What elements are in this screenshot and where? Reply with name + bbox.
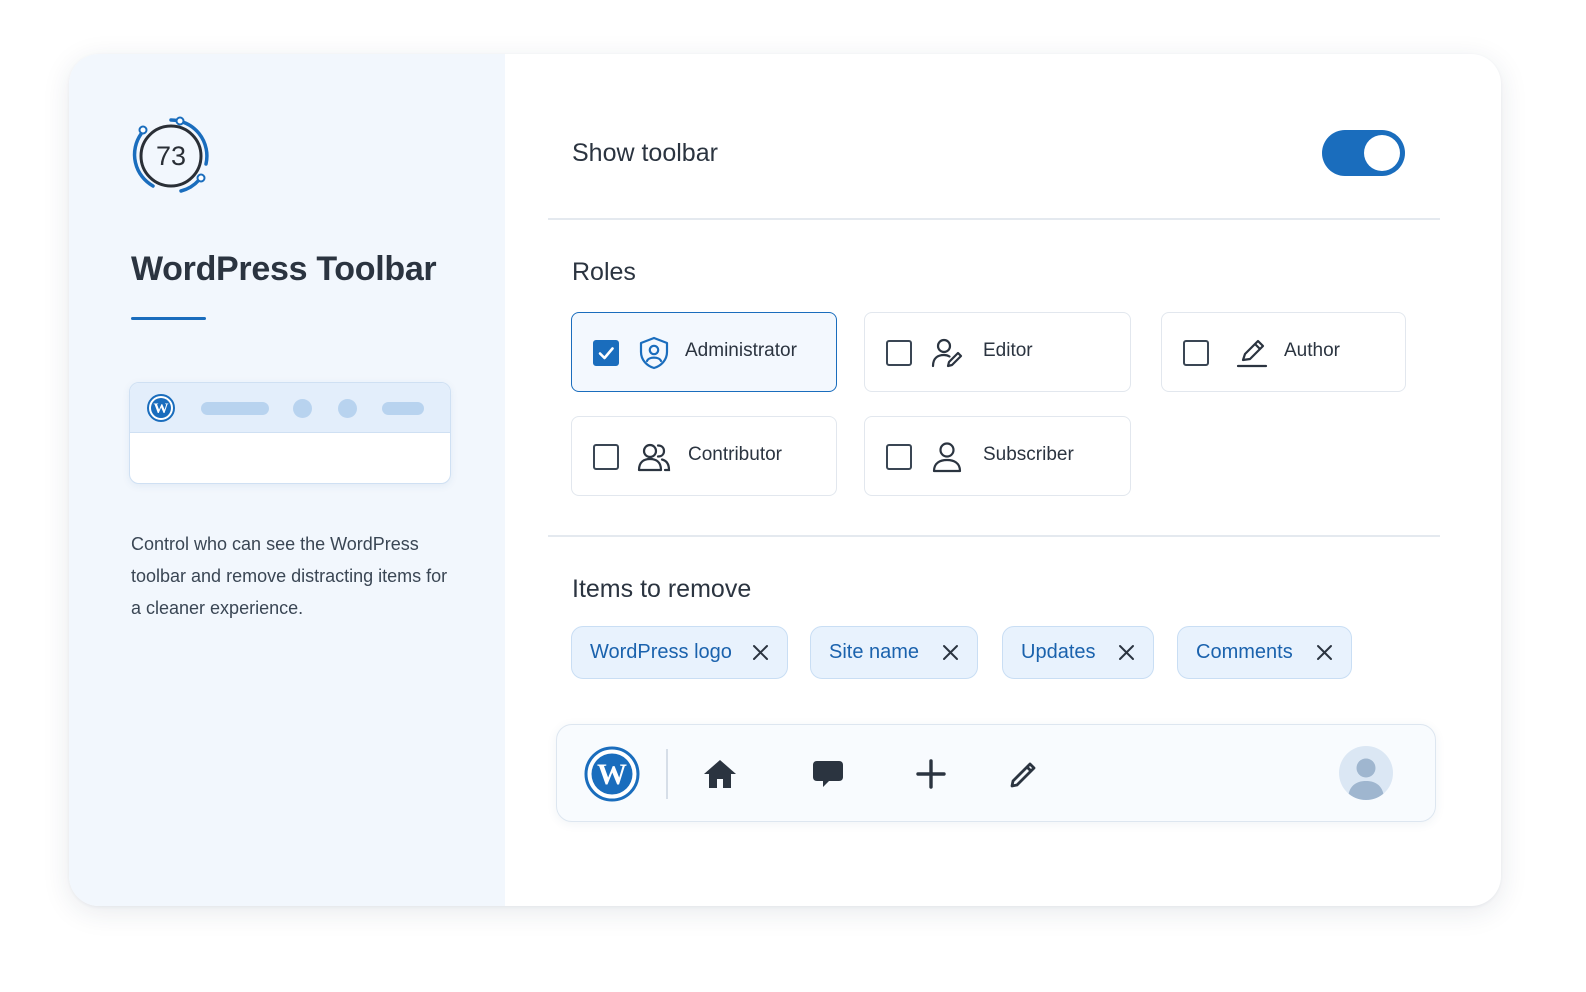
svg-text:W: W: [154, 401, 169, 417]
show-toolbar-label: Show toolbar: [572, 139, 718, 167]
remove-item-chip[interactable]: WordPress logo: [571, 626, 788, 679]
role-label: Author: [1284, 340, 1340, 361]
pen-icon: [1236, 339, 1268, 368]
svg-text:W: W: [597, 758, 627, 791]
illustration-pill: [201, 402, 269, 415]
remove-item-chip[interactable]: Comments: [1177, 626, 1352, 679]
close-icon[interactable]: [1118, 644, 1135, 661]
illustration-pill: [382, 402, 424, 415]
role-label: Contributor: [688, 444, 782, 465]
avatar-icon: [1348, 758, 1384, 800]
shield-user-icon: [639, 336, 669, 370]
score-value: 73: [155, 140, 187, 171]
toolbar-preview: W: [556, 724, 1436, 822]
home-icon[interactable]: [702, 756, 738, 792]
role-contributor-checkbox[interactable]: [593, 444, 619, 470]
toolbar-illustration: W: [129, 382, 451, 484]
role-subscriber-checkbox[interactable]: [886, 444, 912, 470]
wordpress-logo-icon[interactable]: W: [584, 746, 640, 802]
role-author[interactable]: Author: [1161, 312, 1406, 392]
check-icon: [598, 347, 614, 360]
remove-item-chip[interactable]: Updates: [1002, 626, 1154, 679]
user-edit-icon: [931, 338, 963, 368]
role-editor-checkbox[interactable]: [886, 340, 912, 366]
illustration-dot: [293, 399, 312, 418]
role-editor[interactable]: Editor: [864, 312, 1131, 392]
role-label: Editor: [983, 340, 1033, 361]
user-icon: [932, 442, 962, 473]
illustration-dot: [338, 399, 357, 418]
illustration-bar: W: [130, 383, 450, 433]
settings-card: 73 WordPress Toolbar W Control who can s…: [69, 54, 1501, 906]
settings-panel: Show toolbar Roles Administrator Editor …: [505, 54, 1501, 906]
close-icon[interactable]: [752, 644, 769, 661]
pencil-icon[interactable]: [1006, 756, 1042, 792]
remove-item-chip[interactable]: Site name: [810, 626, 978, 679]
roles-heading: Roles: [572, 258, 636, 286]
show-toolbar-toggle[interactable]: [1322, 130, 1405, 176]
plus-icon[interactable]: [913, 756, 949, 792]
role-author-checkbox[interactable]: [1183, 340, 1209, 366]
role-administrator[interactable]: Administrator: [571, 312, 837, 392]
comment-icon[interactable]: [810, 756, 846, 792]
divider: [548, 535, 1440, 537]
role-subscriber[interactable]: Subscriber: [864, 416, 1131, 496]
close-icon[interactable]: [942, 644, 959, 661]
role-label: Administrator: [685, 340, 797, 361]
users-icon: [637, 443, 671, 472]
avatar[interactable]: [1339, 746, 1393, 800]
page-title: WordPress Toolbar: [131, 250, 437, 288]
divider: [548, 218, 1440, 220]
close-icon[interactable]: [1316, 644, 1333, 661]
chip-label: Updates: [1021, 641, 1096, 663]
wordpress-logo-icon: W: [147, 394, 175, 422]
plugin-description: Control who can see the WordPress toolba…: [131, 534, 448, 618]
chip-label: WordPress logo: [590, 641, 732, 663]
toggle-knob: [1364, 135, 1400, 171]
role-label: Subscriber: [983, 444, 1074, 465]
items-heading: Items to remove: [572, 575, 752, 603]
info-sidebar: 73 WordPress Toolbar W Control who can s…: [69, 54, 505, 906]
toolbar-separator: [666, 749, 668, 799]
title-underline: [131, 317, 206, 320]
role-contributor[interactable]: Contributor: [571, 416, 837, 496]
chip-label: Site name: [829, 641, 920, 663]
role-administrator-checkbox[interactable]: [593, 340, 619, 366]
score-badge: 73: [129, 114, 213, 198]
chip-label: Comments: [1196, 641, 1293, 663]
